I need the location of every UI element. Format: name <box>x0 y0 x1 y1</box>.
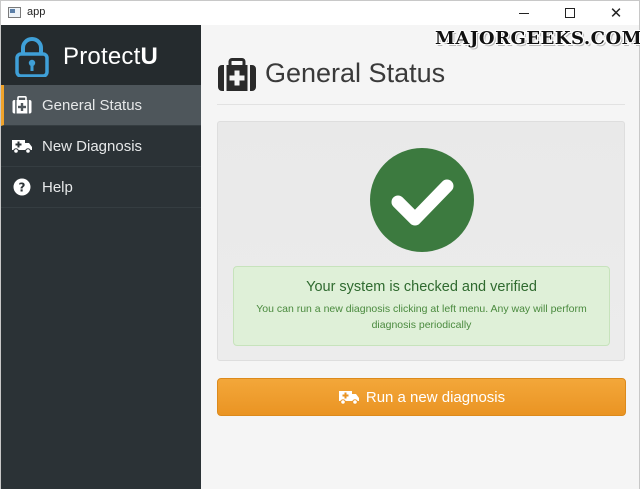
sidebar-item-general-status[interactable]: General Status <box>1 85 201 126</box>
app-window: app ✕ MAJORGEEKS.COM ProtectU General St… <box>0 0 640 489</box>
ambulance-icon <box>10 138 34 154</box>
run-new-diagnosis-label: Run a new diagnosis <box>365 388 506 406</box>
sidebar-item-help[interactable]: ? Help <box>1 167 201 208</box>
window-title: app <box>27 6 46 18</box>
page-title: General Status <box>265 58 446 88</box>
main-content: General Status Your system is checked an… <box>201 25 639 489</box>
minimize-icon <box>519 12 529 14</box>
brand-name: ProtectU <box>63 43 158 71</box>
ambulance-icon <box>338 389 360 405</box>
status-check-badge <box>370 148 474 252</box>
sidebar-item-label: New Diagnosis <box>42 137 143 155</box>
svg-text:?: ? <box>19 181 26 195</box>
sidebar-item-label: Help <box>42 178 73 196</box>
sidebar-menu: General Status New Diagnosis ? Help <box>1 85 201 208</box>
brand-header: ProtectU <box>1 25 201 85</box>
brand-name-bold: U <box>140 43 158 70</box>
close-icon: ✕ <box>609 4 623 22</box>
page-header: General Status <box>217 55 625 105</box>
question-circle-icon: ? <box>10 178 34 196</box>
medkit-icon <box>10 96 34 114</box>
watermark-text: MAJORGEEKS.COM <box>435 28 640 49</box>
success-alert-description: You can run a new diagnosis clicking at … <box>256 303 587 331</box>
sidebar: ProtectU General Status New Diagnosis ? … <box>1 25 201 489</box>
checkmark-icon <box>391 179 454 226</box>
padlock-logo-icon <box>15 37 49 77</box>
maximize-icon <box>565 8 575 18</box>
maximize-button[interactable] <box>547 1 593 25</box>
medkit-icon <box>218 58 256 91</box>
brand-name-regular: Protect <box>63 43 141 70</box>
title-bar[interactable]: app ✕ <box>1 1 639 25</box>
sidebar-item-new-diagnosis[interactable]: New Diagnosis <box>1 126 201 167</box>
status-panel: Your system is checked and verified You … <box>217 121 625 361</box>
run-new-diagnosis-button[interactable]: Run a new diagnosis <box>217 378 626 416</box>
minimize-button[interactable] <box>501 1 547 25</box>
sidebar-item-label: General Status <box>42 96 143 114</box>
success-alert-title: Your system is checked and verified <box>306 279 537 295</box>
app-window-icon <box>8 7 21 18</box>
success-alert: Your system is checked and verified You … <box>233 266 610 346</box>
close-button[interactable]: ✕ <box>593 1 639 25</box>
